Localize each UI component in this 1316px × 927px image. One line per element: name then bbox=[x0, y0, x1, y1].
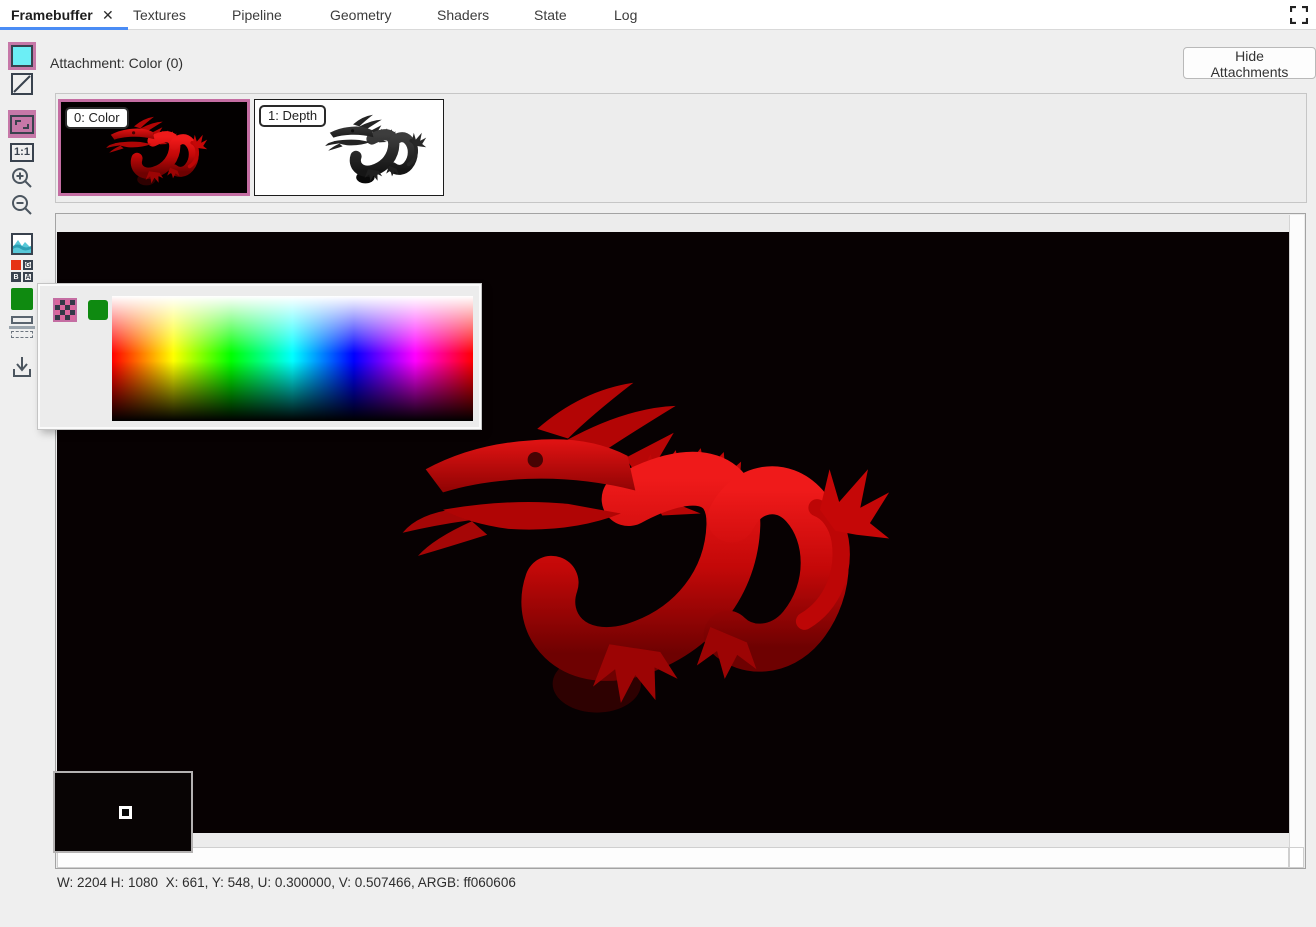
green-color-swatch-icon bbox=[11, 288, 33, 310]
hide-attachments-button[interactable]: Hide Attachments bbox=[1183, 47, 1316, 79]
framebuffer-debugger-window: Framebuffer ✕ Textures Pipeline Geometry… bbox=[0, 0, 1316, 927]
attachment-thumb-color[interactable]: 0: Color bbox=[58, 99, 250, 196]
horizontal-scrollbar[interactable] bbox=[57, 847, 1289, 868]
channel-b-cell: B bbox=[11, 272, 21, 282]
save-image-icon[interactable] bbox=[8, 353, 36, 381]
texture-none-icon[interactable] bbox=[8, 70, 36, 98]
channel-a-cell: A bbox=[23, 272, 33, 282]
depth-attachment-preview bbox=[310, 112, 440, 188]
tab-log[interactable]: Log bbox=[614, 7, 637, 23]
zoom-out-icon[interactable] bbox=[8, 191, 36, 219]
diagonal-square-icon bbox=[11, 73, 33, 95]
scrollbar-corner bbox=[1289, 847, 1304, 868]
background-color-icon[interactable] bbox=[8, 285, 36, 313]
channel-r-cell bbox=[11, 260, 21, 270]
close-tab-icon[interactable]: ✕ bbox=[102, 7, 114, 24]
flip-vertical-icon bbox=[9, 316, 35, 338]
pixel-status-readout: W: 2204 H: 1080 X: 661, Y: 548, U: 0.300… bbox=[57, 875, 516, 890]
green-swatch[interactable] bbox=[88, 300, 108, 320]
attachment-badge: 0: Color bbox=[65, 107, 129, 129]
fit-brackets-icon bbox=[10, 115, 34, 134]
hue-lightness-gradient[interactable] bbox=[112, 296, 473, 421]
picture-icon bbox=[11, 233, 33, 255]
attachments-strip: 0: Color 1: Depth bbox=[55, 93, 1307, 203]
tab-framebuffer[interactable]: Framebuffer bbox=[11, 7, 93, 23]
background-color-picker-popup bbox=[38, 284, 481, 429]
tab-shaders[interactable]: Shaders bbox=[437, 7, 489, 23]
attachment-thumb-depth[interactable]: 1: Depth bbox=[254, 99, 444, 196]
rgba-grid-icon: G B A bbox=[11, 260, 33, 282]
one-to-one-icon: 1:1 bbox=[10, 143, 34, 162]
tab-bar: Framebuffer ✕ Textures Pipeline Geometry… bbox=[0, 0, 1316, 30]
picked-pixel-indicator bbox=[119, 806, 132, 819]
channel-g-cell: G bbox=[23, 260, 33, 270]
cyan-square-icon bbox=[11, 45, 33, 67]
channels-icon[interactable]: G B A bbox=[8, 257, 36, 285]
flip-icon[interactable] bbox=[8, 313, 36, 341]
pixel-magnifier[interactable] bbox=[53, 771, 193, 853]
attachment-badge: 1: Depth bbox=[259, 105, 326, 127]
tab-textures[interactable]: Textures bbox=[133, 7, 186, 23]
texture-color-icon[interactable] bbox=[8, 42, 36, 70]
transparent-checker-swatch[interactable] bbox=[53, 298, 77, 322]
active-tab-underline bbox=[0, 27, 128, 30]
zoom-fit-icon[interactable] bbox=[8, 110, 36, 138]
zoom-in-icon[interactable] bbox=[8, 164, 36, 192]
background-image-icon[interactable] bbox=[8, 230, 36, 258]
fullscreen-icon[interactable] bbox=[1290, 6, 1308, 24]
tab-pipeline[interactable]: Pipeline bbox=[232, 7, 282, 23]
tab-state[interactable]: State bbox=[534, 7, 567, 23]
tab-geometry[interactable]: Geometry bbox=[330, 7, 391, 23]
actual-size-icon[interactable]: 1:1 bbox=[8, 138, 36, 166]
vertical-scrollbar[interactable] bbox=[1289, 215, 1304, 847]
attachment-label: Attachment: Color (0) bbox=[50, 55, 183, 71]
